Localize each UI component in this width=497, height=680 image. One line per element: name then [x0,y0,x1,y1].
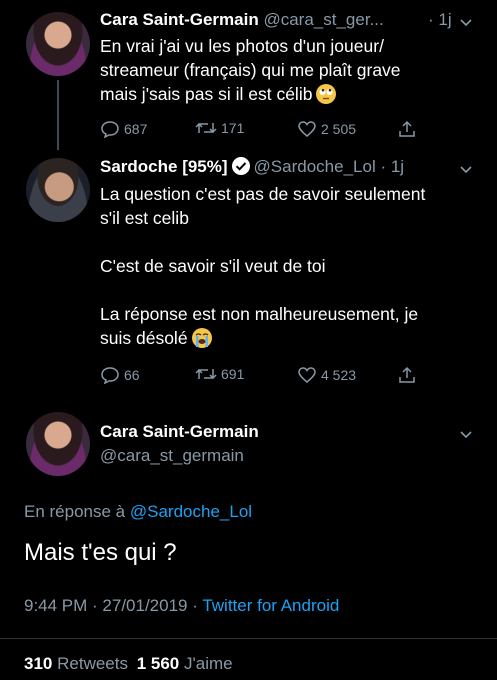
retweet-count: 171 [221,120,245,136]
tweet-text-line: s'il est celib [100,208,189,228]
like-count: 2 505 [321,121,357,137]
main-author-handle[interactable]: @cara_st_germain [100,445,244,467]
author-name[interactable]: Sardoche [95%] [100,157,228,176]
share-button[interactable] [398,366,416,384]
tweet-text-line: La question c'est pas de savoir seulemen… [100,184,426,204]
verified-badge-icon [231,157,250,175]
main-tweet-text: Mais t'es qui ? [24,539,177,566]
retweet-icon [195,122,217,134]
tweet-timestamp: 9:44 PM · 27/01/2019 · Twitter for Andro… [24,596,339,616]
timestamp-text: 9:44 PM · 27/01/2019 · [24,596,198,615]
likes-count: 1 560 [136,654,180,673]
heart-icon [298,367,316,383]
reply-icon [101,367,119,384]
tweet-text-line: La réponse est non malheureusement, je [100,304,419,324]
retweet-button[interactable]: 171 [195,120,244,136]
main-author-name[interactable]: Cara Saint-Germain [100,421,259,443]
tweet-text-line: En vrai j'ai vu les photos d'un joueur/ [100,36,384,56]
like-button[interactable]: 2 505 [297,120,356,138]
tweet-time[interactable]: · 1j [428,9,452,31]
reply-icon [101,121,119,138]
retweet-count: 691 [221,366,245,382]
like-count: 4 523 [321,367,357,383]
author-handle[interactable]: @cara_st_ger... [263,10,383,29]
avatar[interactable] [26,412,90,476]
reply-count: 687 [124,121,148,137]
tweet-time[interactable]: · 1j [380,157,404,176]
tweet-text: La question c'est pas de savoir seulemen… [100,182,480,350]
share-icon [399,366,415,383]
tweet-header: Sardoche [95%] @Sardoche_Lol · 1j [100,156,404,178]
tweet-sardoche[interactable]: Sardoche [95%] @Sardoche_Lol · 1j La que… [0,150,497,395]
retweets-count: 310 [24,654,53,673]
retweets-stat[interactable]: 310 Retweets [24,654,133,673]
likes-label: J'aime [184,654,233,673]
author-handle[interactable]: @Sardoche_Lol [254,157,376,176]
divider [0,638,497,639]
tweet-cara-1[interactable]: Cara Saint-Germain @cara_st_ger... · 1j … [0,0,497,150]
reply-button[interactable]: 66 [100,366,140,384]
chevron-down-icon[interactable] [458,161,474,177]
reply-to-link[interactable]: @Sardoche_Lol [130,502,252,521]
tweet-text: En vrai j'ai vu les photos d'un joueur/ … [100,34,480,106]
chevron-down-icon[interactable] [458,14,474,30]
like-button[interactable]: 4 523 [297,366,356,384]
avatar[interactable] [26,12,90,76]
tweet-text-line: C'est de savoir s'il veut de toi [100,256,326,276]
retweet-icon [195,368,217,380]
tweet-text-line: streameur (français) qui me plaît grave [100,60,401,80]
tweet-text-fragment: suis désolé [100,328,188,348]
reply-count: 66 [124,367,140,383]
engagement-stats: 310 Retweets 1 560 J'aime [24,654,233,674]
rolling-eyes-emoji [316,84,337,104]
reply-context: En réponse à @Sardoche_Lol [24,502,252,522]
reply-prefix: En réponse à [24,502,126,521]
avatar[interactable] [26,158,90,222]
reply-button[interactable]: 687 [100,120,147,138]
tweet-header: Cara Saint-Germain @cara_st_ger... · 1j [100,9,452,31]
client-link[interactable]: Twitter for Android [202,596,339,615]
tweet-text-fragment: mais j'sais pas si il est célib [100,84,313,104]
crying-face-emoji [191,328,212,348]
share-button[interactable] [398,120,416,138]
chevron-down-icon[interactable] [458,426,474,442]
tweet-text-line: mais j'sais pas si il est célib [100,82,480,106]
author-name[interactable]: Cara Saint-Germain [100,10,259,29]
tweet-text-line: suis désolé [100,326,480,350]
heart-icon [298,121,316,137]
retweets-label: Retweets [57,654,128,673]
share-icon [399,120,415,137]
tweet-text-line [100,278,480,302]
likes-stat[interactable]: 1 560 J'aime [137,654,233,673]
thread-line [57,80,59,150]
retweet-button[interactable]: 691 [195,366,244,382]
tweet-text-line [100,230,480,254]
